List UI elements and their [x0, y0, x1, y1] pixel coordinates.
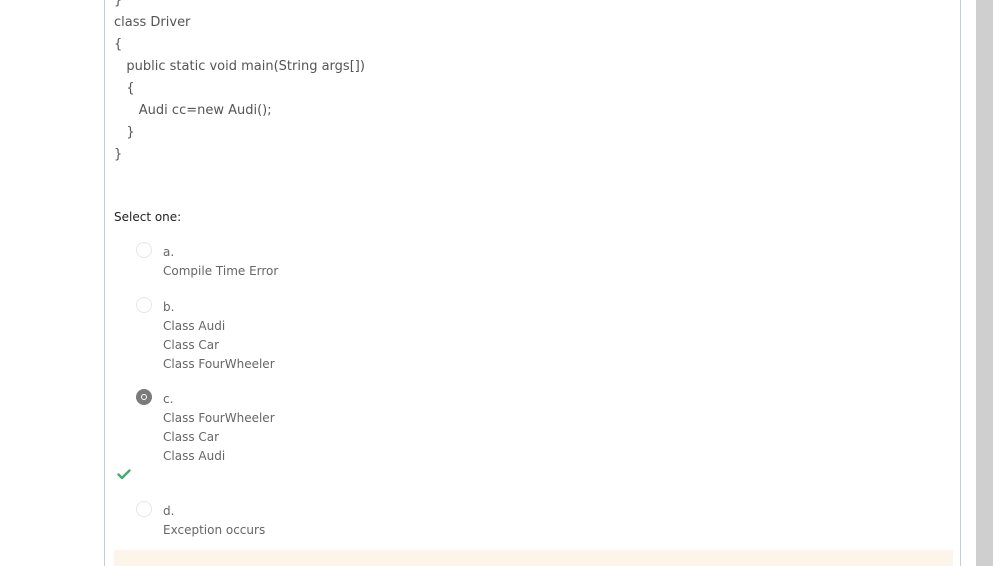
- code-line: }: [114, 0, 123, 8]
- quiz-page: } class Driver { public static void main…: [0, 0, 993, 566]
- option-c-text[interactable]: c. Class FourWheeler Class Car Class Aud…: [163, 390, 463, 466]
- check-icon: [117, 469, 131, 480]
- option-b-text[interactable]: b. Class Audi Class Car Class FourWheele…: [163, 298, 463, 374]
- option-a-text[interactable]: a. Compile Time Error: [163, 243, 463, 281]
- code-line: public static void main(String args[]): [114, 59, 365, 74]
- code-line: }: [114, 125, 135, 140]
- radio-b[interactable]: [136, 297, 152, 313]
- code-line: Audi cc=new Audi();: [114, 103, 272, 118]
- code-line: class Driver: [114, 15, 191, 30]
- option-line: Class Car: [163, 338, 220, 352]
- option-line: Exception occurs: [163, 523, 266, 537]
- option-line: Compile Time Error: [163, 264, 279, 278]
- option-line: Class FourWheeler: [163, 411, 275, 425]
- option-letter: c.: [163, 392, 174, 406]
- select-one-label: Select one:: [114, 210, 182, 224]
- code-line: }: [114, 147, 123, 162]
- code-line: {: [114, 37, 123, 52]
- feedback-box: [114, 550, 953, 566]
- option-line: Class Audi: [163, 449, 226, 463]
- radio-d[interactable]: [136, 501, 152, 517]
- option-letter: d.: [163, 504, 175, 518]
- option-line: Class Audi: [163, 319, 226, 333]
- option-d-text[interactable]: d. Exception occurs: [163, 502, 463, 540]
- option-line: Class FourWheeler: [163, 357, 275, 371]
- radio-c-selected[interactable]: [136, 389, 152, 405]
- radio-a[interactable]: [136, 242, 152, 258]
- option-letter: b.: [163, 300, 175, 314]
- option-letter: a.: [163, 245, 175, 259]
- scrollbar-thumb[interactable]: [976, 0, 993, 566]
- code-snippet: } class Driver { public static void main…: [114, 0, 365, 166]
- option-line: Class Car: [163, 430, 220, 444]
- code-line: {: [114, 81, 135, 96]
